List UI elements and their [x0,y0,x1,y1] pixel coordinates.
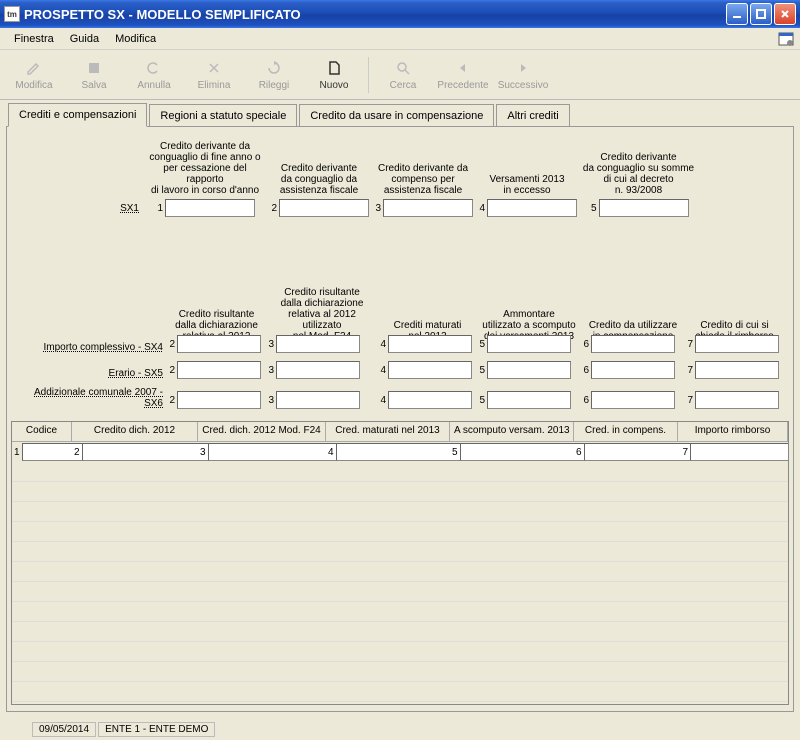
row-sx5-label: Erario - SX5 [17,368,167,379]
delete-icon [186,58,242,78]
sx4-field-7[interactable] [695,335,779,353]
toolbar-salva[interactable]: Salva [64,54,124,95]
tab-panel: SX1 Credito derivante daconguaglio di fi… [6,126,794,712]
undo-icon [126,58,182,78]
toolbar-modifica[interactable]: Modifica [4,54,64,95]
sx4-field-4[interactable] [388,335,472,353]
grid-col-scomputo[interactable]: A scomputo versam. 2013 [450,422,574,441]
prev-icon [435,58,491,78]
row-sx6: Addizionale comunale 2007 - SX6 2 3 4 5 … [17,387,784,409]
toolbar: Modifica Salva Annulla Elimina Rileggi N… [0,50,800,100]
menu-guida[interactable]: Guida [62,31,107,47]
row-sx1: SX1 Credito derivante daconguaglio di fi… [17,141,698,217]
sx4-field-2[interactable] [177,335,261,353]
grid-body[interactable]: 1 2 3 4 5 6 7 [12,442,788,704]
toolbar-precedente[interactable]: Precedente [433,54,493,95]
sx6-field-2[interactable] [177,391,261,409]
toolbar-nuovo[interactable]: Nuovo [304,54,364,95]
sx5-field-2[interactable] [177,361,261,379]
sx6-field-5[interactable] [487,391,571,409]
toolbar-cerca[interactable]: Cerca [373,54,433,95]
tab-altri-crediti[interactable]: Altri crediti [496,104,569,127]
grid-cell-7[interactable] [690,443,788,461]
content-area: Crediti e compensazioni Regioni a statut… [6,100,794,720]
tab-regioni-statuto[interactable]: Regioni a statuto speciale [149,104,297,127]
reload-icon [246,58,302,78]
sx1-field-2[interactable] [279,199,369,217]
row-sx1-label: SX1 [17,203,143,214]
edit-icon [6,58,62,78]
status-entity: ENTE 1 - ENTE DEMO [98,722,215,737]
tab-strip: Crediti e compensazioni Regioni a statut… [6,100,794,126]
window-title: PROSPETTO SX - MODELLO SEMPLIFICATO [24,7,724,22]
sx6-field-4[interactable] [388,391,472,409]
menu-modifica[interactable]: Modifica [107,31,164,47]
grid-col-credf24[interactable]: Cred. dich. 2012 Mod. F24 [198,422,326,441]
toolbar-rileggi[interactable]: Rileggi [244,54,304,95]
toolbar-separator [368,57,369,93]
sx6-field-6[interactable] [591,391,675,409]
sx5-field-5[interactable] [487,361,571,379]
toolbar-annulla[interactable]: Annulla [124,54,184,95]
row1-hdr-1: Credito derivante daconguaglio di fine a… [145,141,265,196]
data-grid: Codice Credito dich. 2012 Cred. dich. 20… [11,421,789,705]
minimize-button[interactable] [726,3,748,25]
row1-hdr-5: Credito derivanteda conguaglio su sommed… [581,152,696,196]
row-sx6-label: Addizionale comunale 2007 - SX6 [17,387,167,409]
grid-col-rimborso[interactable]: Importo rimborso [678,422,788,441]
grid-col-maturati[interactable]: Cred. maturati nel 2013 [326,422,450,441]
row-sx4-label: Importo complessivo - SX4 [17,342,167,353]
sx1-field-5[interactable] [599,199,689,217]
toolbar-successivo[interactable]: Successivo [493,54,553,95]
menu-finestra[interactable]: Finestra [6,31,62,47]
row1-hdr-3: Credito derivante dacompenso perassisten… [373,163,473,196]
search-icon [375,58,431,78]
next-icon [495,58,551,78]
sx4-field-3[interactable] [276,335,360,353]
grid-col-compens[interactable]: Cred. in compens. [574,422,678,441]
sx5-field-6[interactable] [591,361,675,379]
grid-col-codice[interactable]: Codice [12,422,72,441]
maximize-button[interactable] [750,3,772,25]
statusbar: 09/05/2014 ENTE 1 - ENTE DEMO [2,720,798,738]
menubar: Finestra Guida Modifica [0,28,800,50]
row-sx5: Erario - SX5 2 3 4 5 6 7 [17,361,784,379]
grid-col-credito2012[interactable]: Credito dich. 2012 [72,422,198,441]
tab-credito-compensazione[interactable]: Credito da usare in compensazione [299,104,494,127]
new-icon [306,58,362,78]
titlebar: tm PROSPETTO SX - MODELLO SEMPLIFICATO [0,0,800,28]
grid-row: 1 2 3 4 5 6 7 [12,442,788,462]
toolbar-elimina[interactable]: Elimina [184,54,244,95]
sx4-field-5[interactable] [487,335,571,353]
sx4-field-6[interactable] [591,335,675,353]
save-icon [66,58,122,78]
close-button[interactable] [774,3,796,25]
sx5-field-4[interactable] [388,361,472,379]
sx5-field-7[interactable] [695,361,779,379]
row2-hdr-2: Credito risultantedalla dichiarazionerel… [268,287,376,342]
sx1-field-1[interactable] [165,199,255,217]
tab-crediti-compensazioni[interactable]: Crediti e compensazioni [8,103,147,127]
sx5-field-3[interactable] [276,361,360,379]
app-icon: tm [4,6,20,22]
row1-hdr-2: Credito derivanteda conguaglio daassiste… [272,163,367,196]
sx1-field-3[interactable] [383,199,473,217]
row-sx4: Importo complessivo - SX4 2 3 4 5 6 7 [17,335,784,353]
status-date: 09/05/2014 [32,722,96,737]
grid-header: Codice Credito dich. 2012 Cred. dich. 20… [12,422,788,442]
sx6-field-3[interactable] [276,391,360,409]
sx6-field-7[interactable] [695,391,779,409]
row1-hdr-4: Versamenti 2013in eccesso [482,174,572,196]
grid-empty-rows [12,462,788,702]
calendar-icon[interactable] [778,31,794,47]
sx1-field-4[interactable] [487,199,577,217]
